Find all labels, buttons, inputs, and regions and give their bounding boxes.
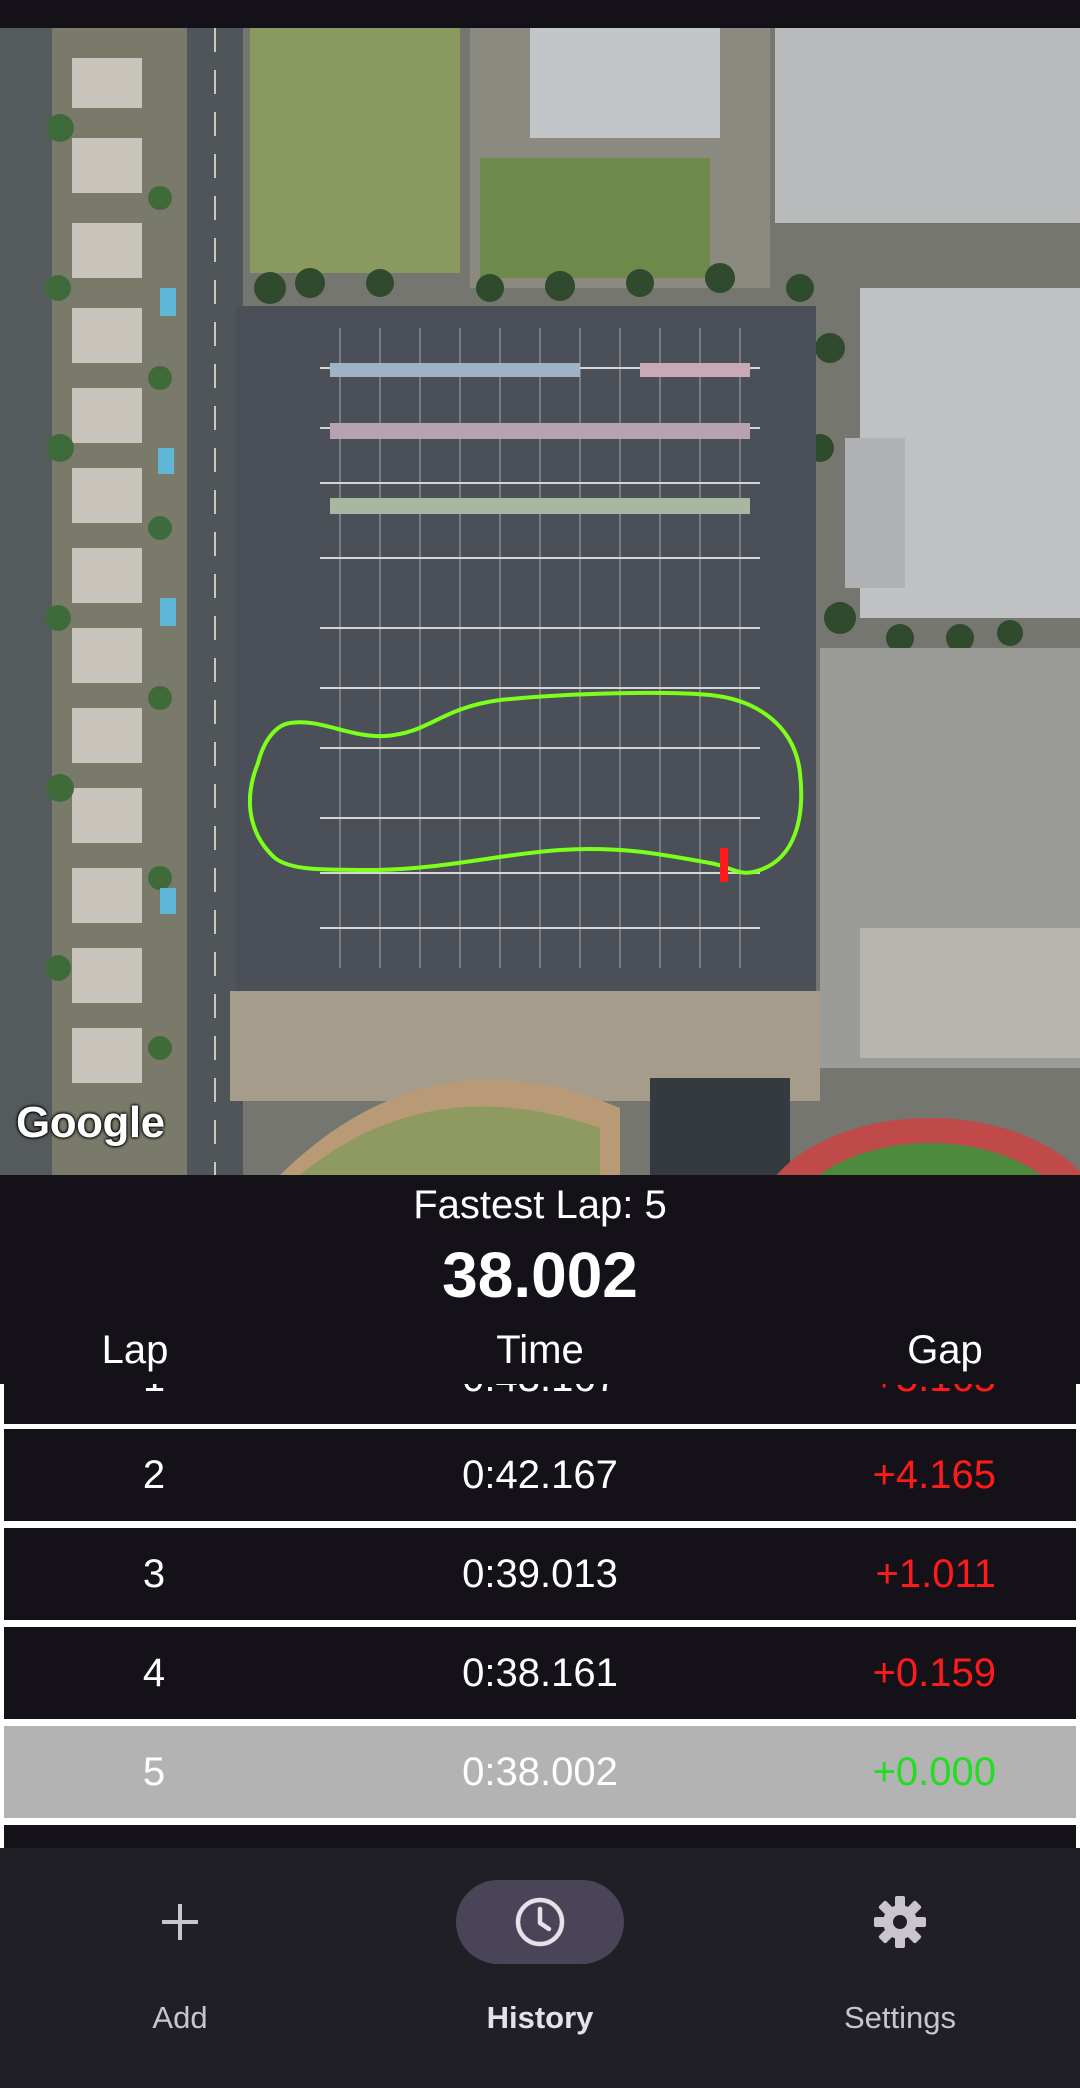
lap-gap: +0.159 bbox=[872, 1651, 996, 1695]
nav-item-settings[interactable]: Settings bbox=[720, 1848, 1080, 2088]
column-header-time: Time bbox=[496, 1328, 584, 1372]
table-row[interactable]: 2 0:42.167 +4.165 bbox=[4, 1429, 1076, 1521]
fastest-lap-time: 38.002 bbox=[442, 1239, 638, 1311]
lap-time: 0:38.002 bbox=[462, 1750, 618, 1794]
lap-gap: +4.165 bbox=[872, 1453, 996, 1497]
nav-item-add[interactable]: Add bbox=[0, 1848, 360, 2088]
lap-list[interactable]: 1 0:43.167 +5.165 2 0:42.167 +4.165 3 0:… bbox=[0, 1384, 1080, 1848]
lap-time: 0:43.167 bbox=[390, 1384, 690, 1424]
column-header-gap: Gap bbox=[907, 1328, 983, 1372]
gear-icon bbox=[874, 1896, 926, 1948]
finish-line-marker bbox=[720, 848, 728, 882]
fastest-lap-label: Fastest Lap: 5 bbox=[413, 1183, 667, 1227]
table-row[interactable] bbox=[4, 1825, 1076, 1848]
status-bar bbox=[0, 0, 1080, 28]
nav-label-add: Add bbox=[152, 2000, 208, 2035]
table-row-fastest[interactable]: 5 0:38.002 +0.000 bbox=[4, 1726, 1076, 1818]
lap-number: 4 bbox=[142, 1651, 166, 1695]
table-row[interactable]: 4 0:38.161 +0.159 bbox=[4, 1627, 1076, 1719]
google-attribution: Google bbox=[16, 1098, 165, 1147]
column-header-lap: Lap bbox=[101, 1328, 169, 1372]
nav-label-history: History bbox=[486, 2000, 594, 2035]
lap-time: 0:42.167 bbox=[462, 1453, 618, 1497]
lap-number: 5 bbox=[142, 1750, 166, 1794]
plus-icon bbox=[162, 1904, 198, 1940]
nav-label-settings: Settings bbox=[843, 2000, 956, 2035]
lap-number: 3 bbox=[142, 1552, 166, 1596]
lap-number: 1 bbox=[79, 1384, 229, 1424]
table-row[interactable]: 3 0:39.013 +1.011 bbox=[4, 1528, 1076, 1620]
lap-gap: +1.011 bbox=[875, 1552, 997, 1596]
track-map[interactable] bbox=[0, 28, 1080, 1175]
table-row[interactable]: 1 0:43.167 +5.165 bbox=[4, 1384, 1076, 1424]
nav-item-history[interactable]: History bbox=[360, 1848, 720, 2088]
satellite-imagery bbox=[0, 28, 1080, 1175]
lap-number: 2 bbox=[142, 1453, 166, 1497]
clock-icon bbox=[515, 1897, 565, 1947]
lap-time: 0:38.161 bbox=[462, 1651, 618, 1695]
lap-time: 0:39.013 bbox=[462, 1552, 618, 1596]
lap-gap: +5.165 bbox=[784, 1384, 996, 1424]
lap-gap: +0.000 bbox=[872, 1750, 996, 1794]
